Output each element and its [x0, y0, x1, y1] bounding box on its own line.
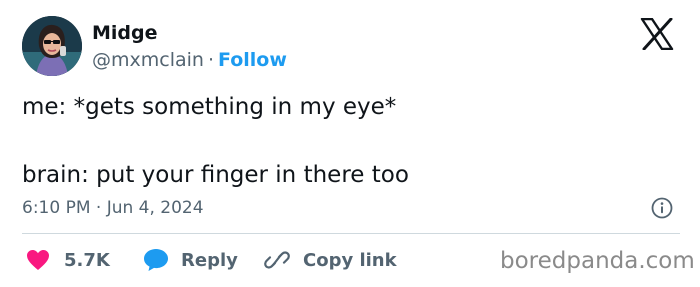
- tweet-text: me: *gets something in my eye* brain: pu…: [22, 94, 409, 188]
- timestamp[interactable]: 6:10 PM · Jun 4, 2024: [22, 196, 204, 220]
- reply-button[interactable]: Reply: [143, 246, 238, 274]
- copy-link-button[interactable]: Copy link: [264, 246, 397, 274]
- display-name[interactable]: Midge: [92, 20, 158, 46]
- handle-row: @mxmclain · Follow: [92, 47, 287, 73]
- speech-bubble-icon: [144, 249, 168, 271]
- x-logo-icon[interactable]: [640, 18, 674, 50]
- separator-dot: ·: [207, 49, 214, 71]
- watermark: boredpanda.com: [500, 248, 695, 274]
- avatar-image: [22, 16, 82, 76]
- divider: [22, 233, 680, 234]
- follow-button[interactable]: Follow: [218, 49, 287, 71]
- like-count: 5.7K: [64, 249, 110, 271]
- reply-label: Reply: [181, 249, 238, 271]
- heart-icon: [27, 250, 49, 270]
- link-icon: [264, 251, 290, 269]
- avatar[interactable]: [22, 16, 82, 76]
- copy-link-label: Copy link: [303, 249, 397, 271]
- info-icon[interactable]: [651, 197, 673, 219]
- user-handle[interactable]: @mxmclain: [92, 49, 204, 71]
- like-button[interactable]: 5.7K: [26, 246, 110, 274]
